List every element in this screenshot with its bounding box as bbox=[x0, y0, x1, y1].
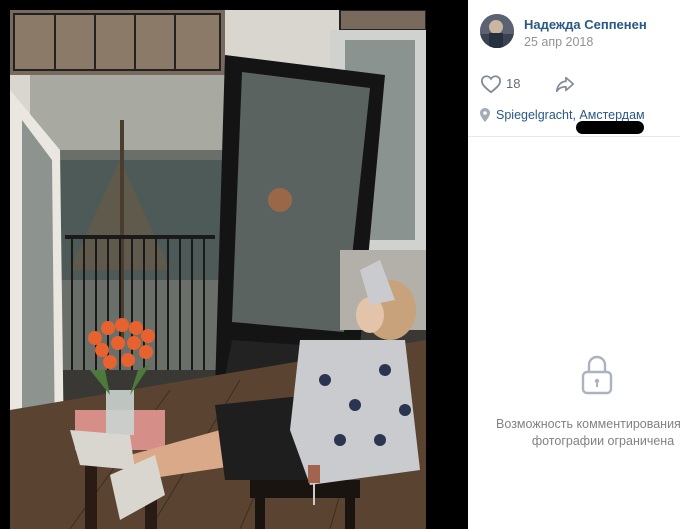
redaction-mark bbox=[576, 121, 644, 134]
share-arrow-icon[interactable] bbox=[554, 74, 576, 94]
lock-icon bbox=[580, 354, 614, 396]
photo-illustration bbox=[10, 10, 426, 529]
comments-disabled-text: Возможность комментирования этой фотогра… bbox=[496, 417, 680, 448]
photo-viewer bbox=[0, 0, 468, 529]
author-block: Надежда Сеппенен 25 апр 2018 bbox=[480, 14, 680, 50]
divider bbox=[468, 136, 680, 137]
location-link[interactable]: Spiegelgracht, Амстердам bbox=[496, 108, 645, 122]
avatar-image bbox=[480, 14, 514, 48]
map-pin-icon bbox=[480, 108, 490, 122]
author-name[interactable]: Надежда Сеппенен bbox=[524, 17, 647, 32]
post-actions: 18 bbox=[480, 73, 670, 97]
post-photo[interactable] bbox=[10, 10, 426, 529]
heart-outline-icon[interactable] bbox=[480, 74, 502, 94]
author-avatar[interactable] bbox=[480, 14, 514, 48]
likes-count[interactable]: 18 bbox=[506, 76, 520, 91]
post-date[interactable]: 25 апр 2018 bbox=[524, 35, 593, 49]
post-info-panel: Надежда Сеппенен 25 апр 2018 18 Spiegelg… bbox=[468, 0, 680, 529]
